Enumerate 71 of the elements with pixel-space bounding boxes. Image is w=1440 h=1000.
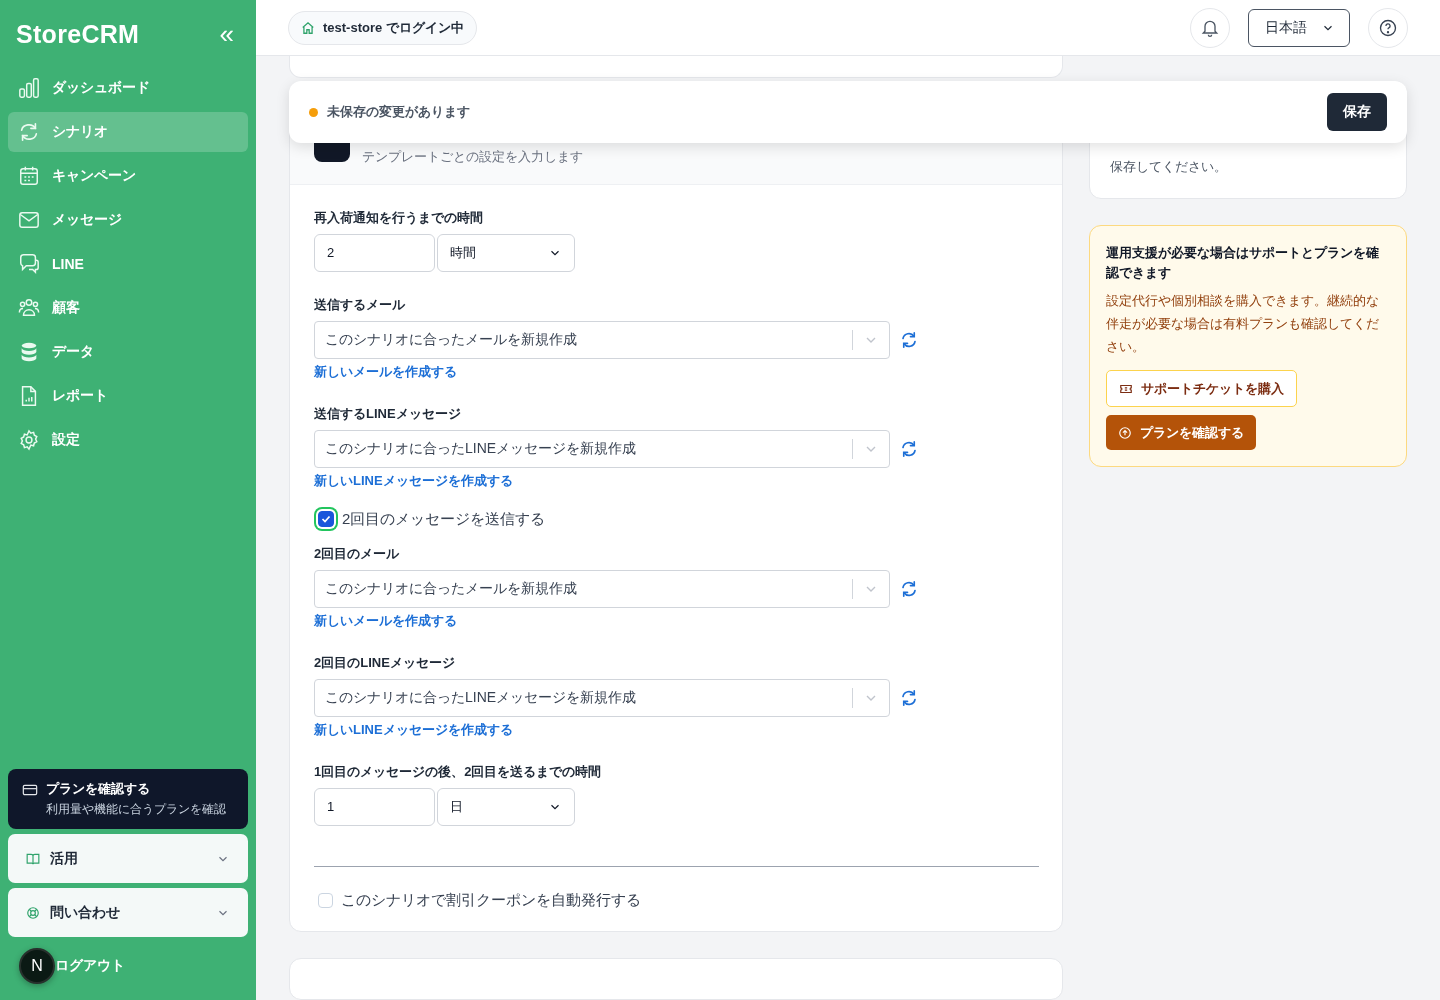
check-plan-button[interactable]: プランを確認する (1106, 415, 1256, 450)
users-icon (18, 297, 40, 319)
refresh-button[interactable] (900, 579, 918, 598)
help-icon (1378, 17, 1398, 38)
refresh-button[interactable] (900, 330, 918, 349)
home-icon (301, 20, 315, 35)
checkbox-label: 2回目のメッセージを送信する (342, 509, 546, 529)
refresh-button[interactable] (900, 688, 918, 707)
field-label: 送信するLINEメッセージ (314, 404, 462, 423)
app-logo: StoreCRM (16, 19, 140, 49)
settings-icon (18, 429, 40, 451)
field-label: 送信するメール (314, 295, 406, 314)
accordion-button[interactable]: 活用 (8, 834, 248, 883)
checkbox-label: このシナリオで割引クーポンを自動発行する (341, 890, 641, 910)
refresh-icon (900, 439, 918, 458)
buy-ticket-button[interactable]: サポートチケットを購入 (1106, 370, 1297, 407)
create-link[interactable]: 新しいLINEメッセージを作成する (314, 471, 513, 490)
nav-item[interactable]: レポート (8, 376, 248, 416)
bar-chart-icon (18, 77, 40, 99)
field-label: 1回目のメッセージの後、2回目を送るまでの時間 (314, 762, 603, 781)
book-icon (26, 851, 40, 866)
section-subtitle: テンプレートごとの設定を入力します (362, 147, 583, 166)
unit-select[interactable]: 時間 (437, 233, 575, 272)
accordion-button[interactable]: 問い合わせ (8, 888, 248, 937)
number-input[interactable]: 2 (314, 233, 435, 272)
mail-icon (18, 209, 40, 231)
sync-icon (18, 121, 40, 143)
help-button[interactable] (1368, 7, 1408, 48)
nav-item[interactable]: キャンペーン (8, 156, 248, 196)
support-text: 設定代行や個別相談を購入できます。継続的な伴走が必要な場合は有料プランも確認してください。 (1106, 292, 1380, 356)
credit-card-icon (22, 782, 38, 798)
collapse-button[interactable]: « (215, 21, 238, 47)
template-select[interactable]: このシナリオに合ったメールを新規作成 (314, 320, 890, 359)
field-label: 再入荷通知を行うまでの時間 (314, 208, 484, 227)
template-select[interactable]: このシナリオに合ったLINEメッセージを新規作成 (314, 429, 890, 468)
refresh-button[interactable] (900, 439, 918, 458)
field-label: 2回目のメール (314, 544, 401, 563)
plan-card[interactable]: プランを確認する 利用量や機能に合うプランを確認 (8, 769, 248, 829)
card-text: 保存してください。 (1110, 158, 1228, 176)
chat-icon (18, 253, 40, 275)
refresh-icon (900, 330, 918, 349)
calendar-icon (18, 165, 40, 187)
logout-link[interactable]: ログアウト (55, 957, 125, 975)
lifebuoy-icon (26, 905, 40, 920)
notification-button[interactable] (1190, 7, 1230, 48)
number-input[interactable]: 1 (314, 787, 435, 826)
user-avatar[interactable]: N (19, 948, 55, 984)
save-button[interactable]: 保存 (1327, 93, 1387, 131)
create-link[interactable]: 新しいLINEメッセージを作成する (314, 720, 513, 739)
refresh-icon (900, 688, 918, 707)
support-title: 運用支援が必要な場合はサポートとプランを確認できます (1106, 244, 1380, 282)
template-select[interactable]: このシナリオに合ったメールを新規作成 (314, 569, 890, 608)
nav-item[interactable]: メッセージ (8, 200, 248, 240)
nav-item[interactable]: ダッシュボード (8, 68, 248, 108)
create-link[interactable]: 新しいメールを作成する (314, 611, 457, 630)
plan-card-subtitle: 利用量や機能に合うプランを確認 (46, 801, 226, 818)
unsaved-message: 未保存の変更があります (327, 103, 471, 121)
plan-card-title: プランを確認する (46, 780, 151, 798)
language-select[interactable]: 日本語 (1248, 8, 1350, 47)
login-status-badge: test-store でログイン中 (288, 10, 477, 45)
status-dot (309, 107, 318, 117)
refresh-icon (900, 579, 918, 598)
nav-item[interactable]: データ (8, 332, 248, 372)
template-select[interactable]: このシナリオに合ったLINEメッセージを新規作成 (314, 678, 890, 717)
unit-select[interactable]: 日 (437, 787, 575, 826)
nav-item[interactable]: 顧客 (8, 288, 248, 328)
arrow-up-circle-icon (1118, 425, 1132, 440)
create-link[interactable]: 新しいメールを作成する (314, 362, 457, 381)
field-label: 2回目のLINEメッセージ (314, 653, 456, 672)
nav-item[interactable]: 設定 (8, 420, 248, 460)
nav-item[interactable]: LINE (8, 244, 248, 284)
